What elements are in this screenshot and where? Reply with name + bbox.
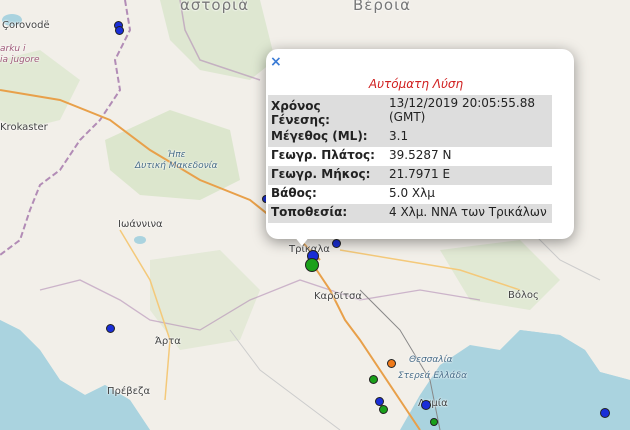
magnitude-value: 3.1 (386, 128, 552, 147)
popup-title: Αυτόματη Λύση (368, 77, 464, 91)
popup-tip (294, 236, 310, 246)
longitude-value: 21.7971 E (386, 166, 552, 185)
place-corovode: Çorovodë (2, 20, 50, 31)
place-qarku-jugore: ia jugore (0, 55, 40, 65)
longitude-label: Γεωγρ. Μήκος: (268, 166, 386, 185)
place-karditsa: Καρδίτσα (314, 291, 362, 302)
place-sterea-ellada: Στερεά Ελλάδα (398, 371, 468, 381)
latitude-value: 39.5287 N (389, 148, 452, 162)
place-veroia: Βέροια (353, 0, 412, 14)
origin-time-value: 13/12/2019 20:05:55.88 (GMT) (386, 95, 552, 128)
table-row: Γεωγρ. Πλάτος: 39.5287 N (268, 147, 552, 166)
close-icon[interactable]: × (270, 55, 282, 69)
marker-m9[interactable] (600, 408, 610, 418)
table-row: Μέγεθος (ML): 3.1 (268, 128, 552, 147)
table-row: Τοποθεσία: 4 Χλμ. ΝΝΑ των Τρικάλων (268, 204, 552, 223)
place-qarku: arku i (0, 44, 26, 54)
place-preveza: Πρέβεζα (107, 386, 151, 397)
place-volos: Βόλος (508, 290, 539, 301)
place-dytiki-makedonia: Ήπε Δυτική Μακεδονία (135, 150, 218, 171)
depth-value: 5.0 Χλμ (389, 186, 435, 200)
location-value: 4 Χλμ. ΝΝΑ των Τρικάλων (386, 204, 552, 223)
marker-m6[interactable] (106, 324, 115, 333)
latitude-label: Γεωγρ. Πλάτος: (271, 148, 375, 162)
place-krokaster: Krokaster (0, 122, 48, 133)
marker-m13[interactable] (387, 359, 396, 368)
marker-m12[interactable] (379, 405, 388, 414)
location-label: Τοποθεσία: (268, 204, 386, 223)
table-row: Χρόνος Γένεσης: 13/12/2019 20:05:55.88 (… (268, 95, 552, 128)
marker-m11[interactable] (369, 375, 378, 384)
place-thessalia: Θεσσαλία (409, 355, 453, 365)
marker-m4[interactable] (332, 239, 341, 248)
place-ioannina: Ιωάννινα (118, 219, 163, 230)
marker-m14[interactable] (430, 418, 438, 426)
place-arta: Άρτα (155, 336, 181, 347)
table-row: Βάθος: 5.0 Χλμ (268, 185, 552, 204)
depth-label: Βάθος: (271, 186, 317, 200)
marker-m8[interactable] (421, 400, 431, 410)
place-kastoria: αστοριά (180, 0, 250, 14)
table-row: Γεωγρ. Μήκος: 21.7971 E (268, 166, 552, 185)
earthquake-popup: × Αυτόματη Λύση Χρόνος Γένεσης: 13/12/20… (266, 49, 574, 239)
magnitude-label: Μέγεθος (ML): (268, 128, 386, 147)
info-table: Χρόνος Γένεσης: 13/12/2019 20:05:55.88 (… (268, 95, 552, 223)
marker-m2[interactable] (115, 26, 124, 35)
marker-m10[interactable] (305, 258, 319, 272)
origin-time-label: Χρόνος Γένεσης: (268, 95, 386, 128)
